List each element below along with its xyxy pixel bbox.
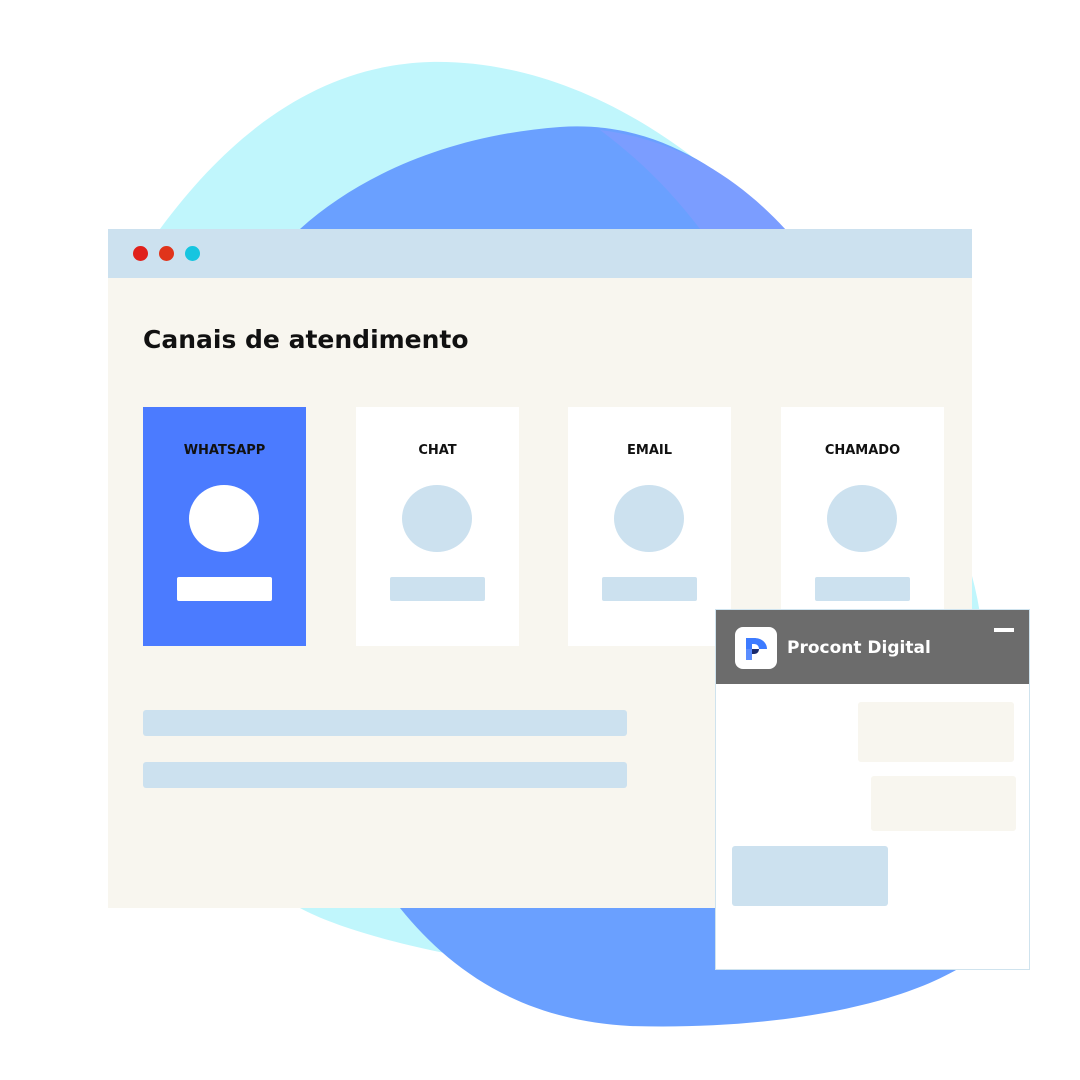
page-title: Canais de atendimento xyxy=(143,325,469,354)
channel-label: WHATSAPP xyxy=(183,443,266,458)
channel-text-placeholder xyxy=(602,577,697,601)
close-window-dot[interactable] xyxy=(133,246,148,261)
channel-avatar-placeholder xyxy=(402,485,472,552)
channel-text-placeholder xyxy=(177,577,272,601)
channel-avatar-placeholder xyxy=(189,485,259,552)
chat-header: Procont Digital xyxy=(716,610,1029,684)
channel-avatar-placeholder xyxy=(614,485,684,552)
chat-message-incoming xyxy=(732,846,888,906)
channel-card-whatsapp[interactable]: WHATSAPP xyxy=(143,407,306,646)
minimize-dash xyxy=(994,628,1014,632)
minimize-window-dot[interactable] xyxy=(159,246,174,261)
chat-message-outgoing xyxy=(858,702,1014,762)
window-titlebar xyxy=(108,229,972,278)
minimize-icon[interactable] xyxy=(992,620,1016,636)
channel-text-placeholder xyxy=(815,577,910,601)
chat-title: Procont Digital xyxy=(787,638,931,658)
channel-label: CHAMADO xyxy=(824,443,901,458)
channel-card-chat[interactable]: CHAT xyxy=(356,407,519,646)
procont-logo-graphic xyxy=(746,638,767,660)
chat-message-outgoing xyxy=(871,776,1016,831)
channel-label: CHAT xyxy=(418,443,457,458)
channel-avatar-placeholder xyxy=(827,485,897,552)
content-placeholder-line xyxy=(143,710,627,736)
content-placeholder-line xyxy=(143,762,627,788)
chat-widget: Procont Digital xyxy=(715,609,1030,970)
maximize-window-dot[interactable] xyxy=(185,246,200,261)
channel-text-placeholder xyxy=(390,577,485,601)
procont-logo-icon xyxy=(735,627,777,669)
channel-card-email[interactable]: EMAIL xyxy=(568,407,731,646)
channel-label: EMAIL xyxy=(627,443,672,458)
